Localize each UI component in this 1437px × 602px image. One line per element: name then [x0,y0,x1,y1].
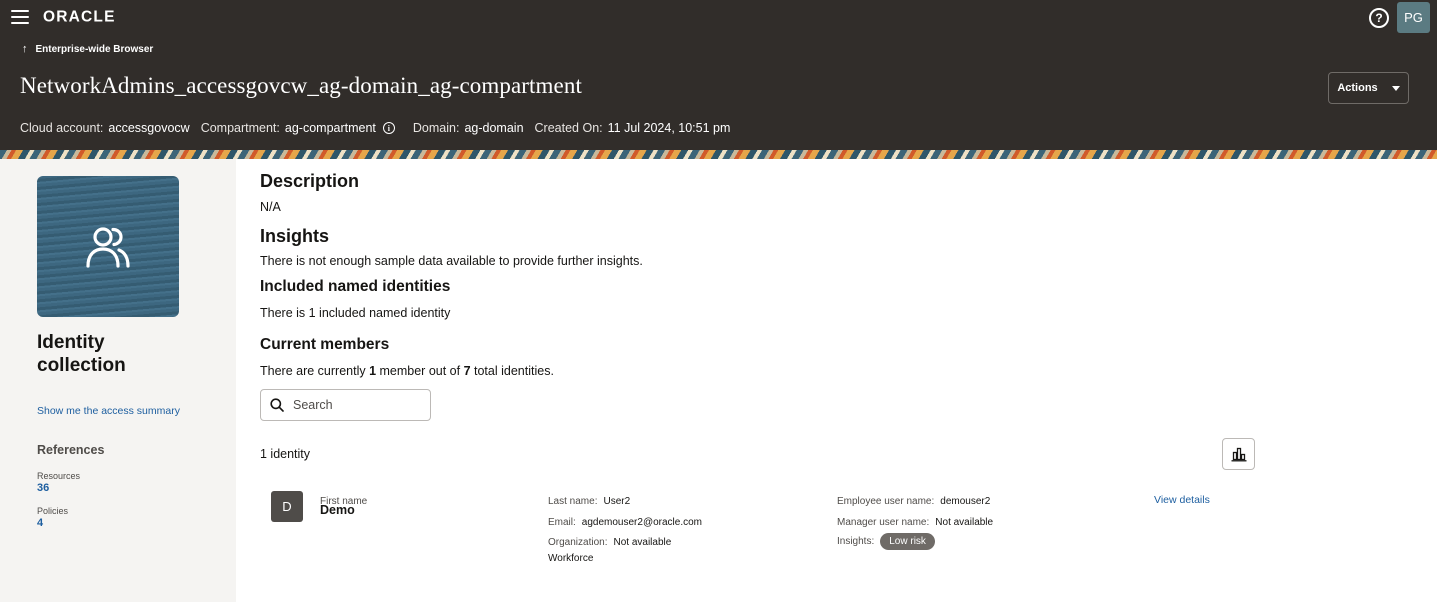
description-text: N/A [260,200,281,214]
last-name-label: Last name: [548,496,598,507]
email-value: agdemouser2@oracle.com [581,517,703,528]
identity-avatar: D [271,491,303,522]
members-count: 1 [369,364,377,378]
references-title: References [37,443,105,457]
meta-created: Created On: 11 Jul 2024, 10:51 pm [535,121,731,135]
collection-type-title: Identity collection [37,332,126,376]
meta-compartment: Compartment: ag-compartment i [201,121,395,135]
resources-count-link[interactable]: 36 [37,482,49,494]
policies-count-link[interactable]: 4 [37,517,43,529]
meta-value: ag-compartment [284,121,376,135]
manager-username-label: Manager user name: [837,517,930,528]
risk-badge: Low risk [880,533,935,550]
employee-username-label: Employee user name: [837,496,935,507]
manager-username-value: Not available [935,517,994,528]
chart-view-button[interactable] [1222,438,1255,470]
email-field: Email: agdemouser2@oracle.com [548,512,702,530]
meta-value: 11 Jul 2024, 10:51 pm [607,121,731,135]
breadcrumb-label: Enterprise-wide Browser [35,43,154,55]
info-icon[interactable]: i [382,122,395,134]
sidebar: Identity collection Show me the access s… [0,159,236,602]
meta-label: Cloud account: [20,121,104,135]
resources-label: Resources [37,471,81,481]
meta-value: ag-domain [464,121,524,135]
first-name-value: Demo [320,503,355,517]
meta-label: Created On: [534,121,603,135]
members-text-mid: member out of [376,364,464,378]
meta-domain: Domain: ag-domain [413,121,524,135]
insights-heading: Insights [260,226,330,246]
search-input[interactable] [293,398,413,412]
description-heading: Description [260,171,360,191]
employee-username-field: Employee user name: demouser2 [837,491,990,509]
search-icon [270,398,284,412]
insights-label: Insights: [837,536,875,547]
logo-text: ORACLE [43,9,116,25]
members-text-post: total identities. [470,364,554,378]
arrow-up-icon: ↑ [22,43,28,55]
menu-icon[interactable] [11,10,29,24]
included-identities-heading: Included named identities [260,278,451,295]
organization-label: Organization: [548,537,608,548]
users-icon [86,226,130,268]
identity-type: Workforce [548,553,594,564]
collection-tile [37,176,179,317]
organization-value: Not available [613,537,672,548]
page-title: NetworkAdmins_accessgovcw_ag-domain_ag-c… [20,73,582,98]
decorative-banner [0,150,1437,159]
last-name-field: Last name: User2 [548,491,630,509]
actions-button[interactable]: Actions [1328,72,1409,104]
policies-label: Policies [37,506,69,516]
search-field[interactable] [260,389,431,421]
employee-username-value: demouser2 [940,496,991,507]
identity-count: 1 identity [260,447,311,461]
page: ORACLE ? PG ↑ Enterprise-wide Browser Ne… [0,0,1437,602]
members-text-pre: There are currently [260,364,370,378]
meta-label: Compartment: [200,121,280,135]
manager-username-field: Manager user name: Not available [837,512,993,530]
view-details-link[interactable]: View details [1154,494,1210,506]
meta-value: accessgovocw [108,121,190,135]
actions-label: Actions [1337,82,1378,94]
current-members-text: There are currently 1 member out of 7 to… [260,364,554,378]
meta-cloud-account: Cloud account: accessgovocw [20,121,190,135]
meta-label: Domain: [412,121,460,135]
breadcrumb[interactable]: ↑ Enterprise-wide Browser [22,43,153,55]
included-identities-text: There is 1 included named identity [260,306,451,320]
organization-field: Organization: Not available [548,532,671,550]
bar-chart-icon [1231,447,1246,461]
help-icon[interactable]: ? [1369,8,1389,28]
insights-field: Insights: Low risk [837,531,935,550]
email-label: Email: [548,517,576,528]
user-avatar[interactable]: PG [1397,2,1430,33]
members-total: 7 [463,364,471,378]
chevron-down-icon [1391,85,1400,91]
current-members-heading: Current members [260,336,390,353]
last-name-value: User2 [603,496,631,507]
insights-text: There is not enough sample data availabl… [260,254,643,268]
metadata-bar: Cloud account: accessgovocw Compartment:… [20,121,741,135]
access-summary-link[interactable]: Show me the access summary [37,405,180,417]
app-header: ORACLE ? PG ↑ Enterprise-wide Browser Ne… [0,0,1437,150]
oracle-logo[interactable]: ORACLE [43,8,143,25]
